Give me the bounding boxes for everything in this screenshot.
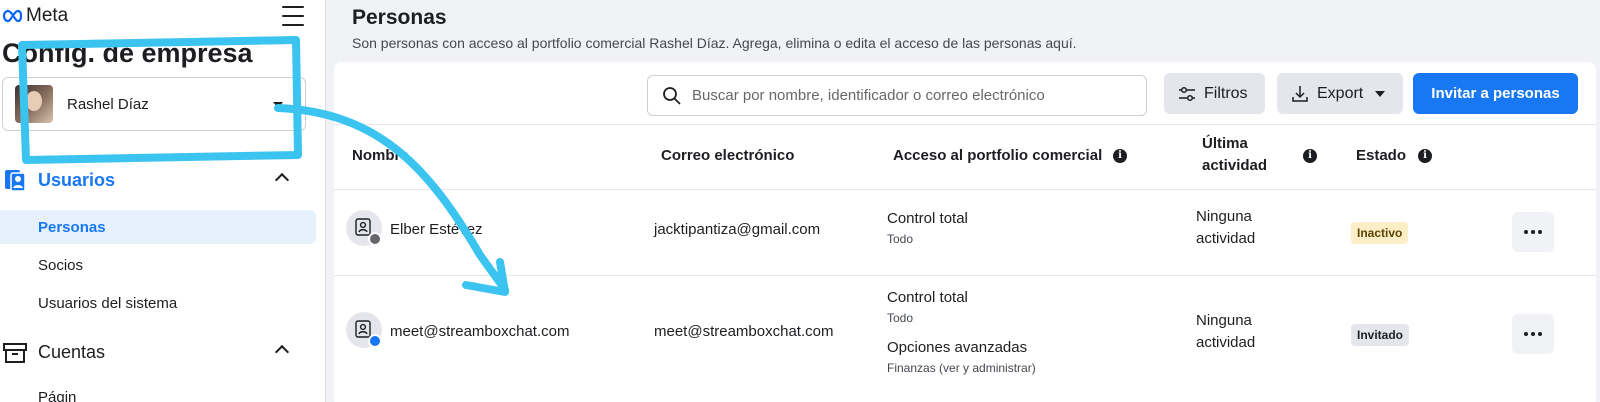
sidebar-section-label: Usuarios [38,169,116,190]
download-icon [1292,85,1308,102]
filters-button[interactable]: Filtros [1164,73,1265,114]
column-header-status[interactable]: Estado [1356,147,1406,164]
access-detail-2: Finanzas (ver y administrar) [887,361,1036,375]
avatar [15,85,53,123]
more-options-button[interactable] [1512,314,1554,354]
invite-people-button[interactable]: Invitar a personas [1413,73,1578,114]
more-options-button[interactable] [1512,212,1554,252]
column-header-email[interactable]: Correo electrónico [661,147,794,164]
export-button[interactable]: Export [1277,73,1403,114]
person-name[interactable]: meet@streamboxchat.com [390,323,569,340]
sliders-icon [1179,86,1195,101]
activity-line1: Ninguna [1196,312,1252,329]
people-table-card: Buscar por nombre, identificador o corre… [334,62,1596,402]
sidebar-title: Config. de empresa [2,38,253,68]
briefcase-badge-icon [368,232,382,246]
meta-logo[interactable]: Meta [2,5,68,27]
activity-line2: actividad [1196,230,1256,247]
column-header-last-activity-line1[interactable]: Última [1202,135,1248,152]
info-icon[interactable]: i [1113,149,1127,163]
facebook-badge-icon [368,334,382,348]
access-title: Control total [887,210,968,227]
chevron-up-icon [274,172,290,188]
sidebar-item-socios[interactable]: Socios [0,248,316,282]
search-input[interactable]: Buscar por nombre, identificador o corre… [647,75,1147,116]
person-email: meet@streamboxchat.com [654,323,834,340]
export-label: Export [1317,84,1364,102]
sidebar: Meta Config. de empresa Rashel Díaz Usua… [0,0,326,402]
status-badge: Inactivo [1351,222,1409,244]
sidebar-item-usuarios-sistema[interactable]: Usuarios del sistema [0,286,316,320]
column-header-name[interactable]: Nombre [352,147,409,164]
table-header: Nombre Correo electrónico Acceso al port… [334,124,1596,190]
sidebar-section-usuarios[interactable]: Usuarios [0,163,326,197]
meta-infinity-icon [2,9,23,23]
access-title: Control total [887,289,968,306]
access-title-2: Opciones avanzadas [887,339,1028,356]
sidebar-section-label: Cuentas [38,341,106,362]
info-icon[interactable]: i [1418,149,1432,163]
brand-label: Meta [26,5,69,26]
sidebar-section-cuentas[interactable]: Cuentas [0,335,326,369]
briefcase-icon [3,343,27,363]
info-icon[interactable]: i [1303,149,1317,163]
menu-icon[interactable] [282,6,304,26]
person-icon [346,210,382,246]
account-selector[interactable]: Rashel Díaz [2,77,306,131]
search-placeholder: Buscar por nombre, identificador o corre… [692,87,1045,104]
page-title: Personas [352,6,447,29]
table-row[interactable]: Elber Estévez jacktipantiza@gmail.com Co… [334,190,1596,276]
page-subtitle: Son personas con acceso al portfolio com… [352,35,1077,51]
sidebar-item-personas[interactable]: Personas [0,210,316,244]
users-icon [5,170,26,192]
filters-label: Filtros [1204,84,1248,102]
account-name: Rashel Díaz [67,95,149,113]
chevron-up-icon [274,344,290,360]
sidebar-item-paginas[interactable]: Págin [0,380,316,402]
access-detail: Todo [887,232,914,246]
person-name[interactable]: Elber Estévez [390,221,483,238]
caret-down-icon [273,102,283,108]
person-email: jacktipantiza@gmail.com [654,221,821,238]
table-row[interactable]: meet@streamboxchat.com meet@streamboxcha… [334,276,1596,402]
access-detail: Todo [887,311,914,325]
search-icon [663,86,681,105]
status-badge: Invitado [1351,324,1410,346]
column-header-last-activity-line2[interactable]: actividad [1202,157,1267,174]
activity-line1: Ninguna [1196,208,1252,225]
column-header-access[interactable]: Acceso al portfolio comercial [893,147,1102,164]
activity-line2: actividad [1196,334,1256,351]
caret-down-icon [1375,90,1386,97]
person-icon [346,312,382,348]
